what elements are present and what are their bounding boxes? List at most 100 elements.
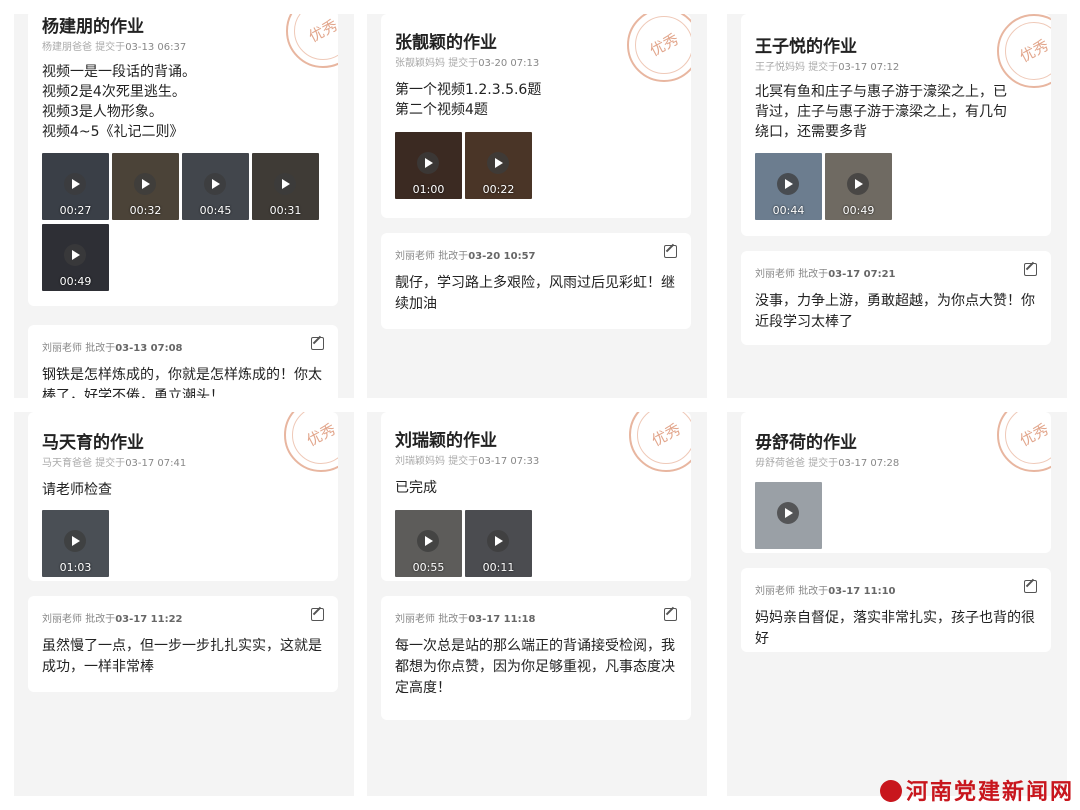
video-thumbnail[interactable]: 00:32 (112, 153, 179, 220)
video-duration: 00:27 (59, 204, 92, 217)
teacher-name: 刘丽老师 (755, 269, 795, 280)
teacher-feedback-card: 刘丽老师 批改于03-17 11:22 虽然慢了一点，但一步一步扎扎实实，这就是成… (28, 596, 338, 692)
submit-time: 03-17 07:28 (838, 458, 900, 469)
homework-title: 毋舒荷的作业 (755, 433, 857, 453)
feedback-text: 钢铁是怎样炼成的，你就是怎样炼成的！你太棒了，好学不倦，勇立潮头！ (42, 367, 322, 398)
video-thumbnail[interactable]: 00:49 (825, 153, 892, 220)
homework-card[interactable]: 优秀 马天育的作业 马天育爸爸 提交于03-17 07:41 请老师检查 01:03 (28, 412, 338, 581)
submit-info: 杨建朋爸爸 提交于03-13 06:37 (42, 38, 186, 53)
video-duration: 00:44 (772, 204, 805, 217)
party-emblem-icon (879, 780, 902, 802)
homework-card[interactable]: 优秀 王子悦的作业 王子悦妈妈 提交于03-17 07:12 北冥有鱼和庄子与惠子游于… (741, 14, 1051, 236)
homework-content: 第一个视频1.2.3.5.6题 第二个视频4题 (395, 80, 677, 120)
edit-icon[interactable] (1024, 580, 1037, 593)
teacher-feedback-card: 刘丽老师 批改于03-17 07:21 没事，力争上游，勇敢超越，为你点大赞！你近… (741, 251, 1051, 345)
play-icon (64, 244, 86, 266)
review-time: 03-13 07:08 (115, 343, 183, 354)
feedback-text: 妈妈亲自督促，落实非常扎实，孩子也背的很好 (755, 610, 1035, 647)
content-line: 北冥有鱼和庄子与惠子游于濠梁之上，已 (755, 84, 1007, 100)
video-thumbnail[interactable]: 00:31 (252, 153, 319, 220)
play-icon (487, 530, 509, 552)
video-thumbnail[interactable]: 00:44 (755, 153, 822, 220)
video-thumbnail[interactable]: 00:45 (182, 153, 249, 220)
homework-card[interactable]: 优秀 杨建朋的作业 杨建朋爸爸 提交于03-13 06:37 视频一是一段话的背诵。视… (28, 14, 338, 306)
content-line: 视频3是人物形象。 (42, 104, 163, 120)
submit-time: 03-17 07:41 (125, 458, 187, 469)
feedback-text: 每一次总是站的那么端正的背诵接受检阅，我都想为你点赞，因为你足够重视，凡事态度决… (395, 638, 675, 696)
submit-time: 03-13 06:37 (125, 42, 187, 53)
video-thumbnail[interactable]: 00:49 (42, 224, 109, 291)
teacher-feedback-card: 刘丽老师 批改于03-20 10:57 靓仔，学习路上多艰险，风雨过后见彩虹！继续… (381, 233, 691, 329)
submit-label: 提交于 (95, 42, 126, 53)
submit-time: 03-17 07:12 (838, 62, 900, 73)
stamp-label: 优秀 (648, 419, 684, 450)
content-line: 视频4~5《礼记二则》 (42, 124, 184, 140)
stamp-label: 优秀 (303, 419, 338, 450)
feedback-text: 虽然慢了一点，但一步一步扎扎实实，这就是成功，一样非常棒 (42, 638, 322, 675)
review-time: 03-17 11:22 (115, 614, 183, 625)
content-line: 视频2是4次死里逃生。 (42, 84, 186, 100)
video-duration: 00:11 (482, 561, 515, 574)
submitter-name: 刘瑞颖妈妈 (395, 456, 445, 467)
review-label: 批改于 (798, 586, 829, 597)
review-time: 03-17 11:10 (828, 586, 896, 597)
submit-time: 03-20 07:13 (478, 58, 540, 69)
homework-panel: 优秀 刘瑞颖的作业 刘瑞颖妈妈 提交于03-17 07:33 已完成 00:55 00:1… (367, 412, 707, 796)
content-line: 背过，庄子与惠子游于濠梁之上，有几句 (755, 104, 1007, 120)
video-thumbnail[interactable]: 00:55 (395, 510, 462, 577)
homework-title: 王子悦的作业 (755, 37, 857, 57)
stamp-label: 优秀 (1016, 419, 1051, 450)
feedback-header: 刘丽老师 批改于03-17 07:21 (755, 265, 895, 280)
submit-info: 马天育爸爸 提交于03-17 07:41 (42, 454, 186, 469)
edit-icon[interactable] (664, 608, 677, 621)
homework-card[interactable]: 优秀 毋舒荷的作业 毋舒荷爸爸 提交于03-17 07:28 (741, 412, 1051, 553)
video-thumbnail[interactable]: 00:27 (42, 153, 109, 220)
video-thumbnail[interactable]: 01:00 (395, 132, 462, 199)
video-duration: 00:22 (482, 183, 515, 196)
review-label: 批改于 (438, 251, 469, 262)
edit-icon[interactable] (664, 245, 677, 258)
video-duration: 00:49 (59, 275, 92, 288)
video-thumbnail[interactable] (755, 482, 822, 549)
homework-panel: 优秀 马天育的作业 马天育爸爸 提交于03-17 07:41 请老师检查 01:03 刘丽… (14, 412, 354, 796)
stamp-label: 优秀 (1016, 35, 1051, 66)
review-time: 03-17 11:18 (468, 614, 536, 625)
play-icon (487, 152, 509, 174)
feedback-text: 没事，力争上游，勇敢超越，为你点大赞！你近段学习太棒了 (755, 293, 1035, 330)
teacher-name: 刘丽老师 (42, 343, 82, 354)
review-label: 批改于 (85, 614, 116, 625)
video-thumbnail[interactable]: 01:03 (42, 510, 109, 577)
homework-title: 马天育的作业 (42, 433, 144, 453)
submit-label: 提交于 (448, 58, 479, 69)
excellent-stamp: 优秀 (627, 14, 691, 82)
video-thumbnail[interactable]: 00:22 (465, 132, 532, 199)
video-thumbnail[interactable]: 00:11 (465, 510, 532, 577)
stamp-label: 优秀 (646, 29, 682, 60)
homework-title: 刘瑞颖的作业 (395, 431, 497, 451)
homework-card[interactable]: 优秀 刘瑞颖的作业 刘瑞颖妈妈 提交于03-17 07:33 已完成 00:55 00:1… (381, 412, 691, 581)
edit-icon[interactable] (311, 337, 324, 350)
submit-time: 03-17 07:33 (478, 456, 540, 467)
review-time: 03-17 07:21 (828, 269, 896, 280)
homework-panel: 优秀 杨建朋的作业 杨建朋爸爸 提交于03-13 06:37 视频一是一段话的背诵。视… (14, 14, 354, 398)
submit-info: 张靓颖妈妈 提交于03-20 07:13 (395, 54, 539, 69)
homework-title: 杨建朋的作业 (42, 17, 144, 37)
video-duration: 00:49 (842, 204, 875, 217)
content-line: 视频一是一段话的背诵。 (42, 64, 196, 80)
play-icon (847, 173, 869, 195)
excellent-stamp: 优秀 (997, 412, 1051, 472)
submitter-name: 马天育爸爸 (42, 458, 92, 469)
feedback-header: 刘丽老师 批改于03-17 11:18 (395, 610, 535, 625)
submit-info: 王子悦妈妈 提交于03-17 07:12 (755, 58, 899, 73)
edit-icon[interactable] (1024, 263, 1037, 276)
play-icon (417, 530, 439, 552)
edit-icon[interactable] (311, 608, 324, 621)
play-icon (777, 173, 799, 195)
submitter-name: 毋舒荷爸爸 (755, 458, 805, 469)
video-duration: 01:00 (412, 183, 445, 196)
content-line: 第一个视频1.2.3.5.6题 (395, 82, 542, 98)
stamp-label: 优秀 (305, 15, 338, 46)
play-icon (204, 173, 226, 195)
teacher-name: 刘丽老师 (755, 586, 795, 597)
homework-card[interactable]: 优秀 张靓颖的作业 张靓颖妈妈 提交于03-20 07:13 第一个视频1.2.3.5… (381, 14, 691, 218)
